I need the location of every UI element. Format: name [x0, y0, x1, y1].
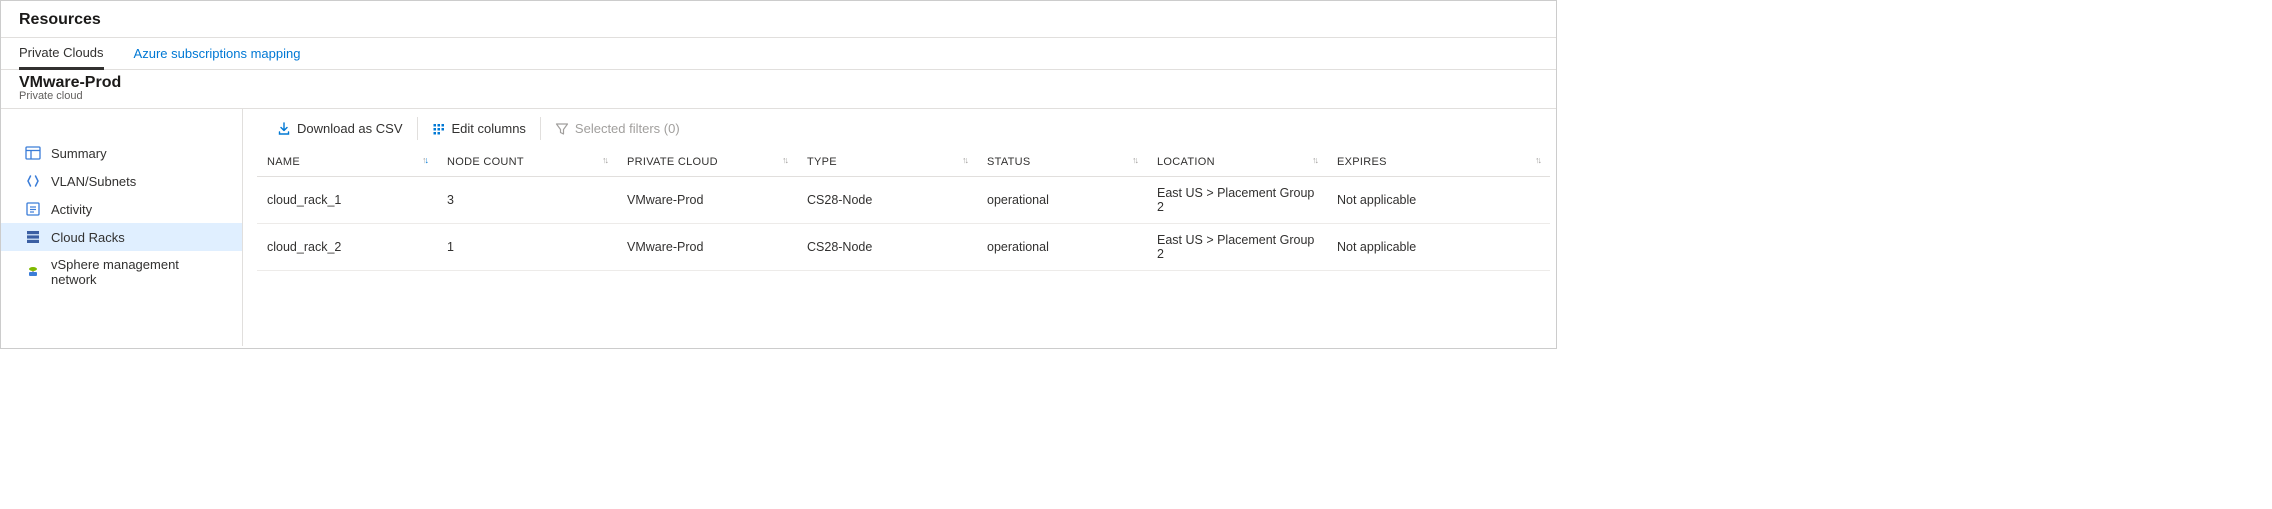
main-content: Download as CSV Edit columns — [243, 109, 1556, 346]
sidebar-item-label: VLAN/Subnets — [51, 174, 136, 189]
sidebar-item-activity[interactable]: Activity — [1, 195, 242, 223]
racks-icon — [25, 229, 41, 245]
col-header-name[interactable]: NAME ↑↓ — [257, 148, 437, 177]
sidebar-item-label: vSphere management network — [51, 257, 224, 287]
cell-node-count: 1 — [437, 224, 617, 271]
columns-icon — [432, 122, 446, 136]
cell-private-cloud: VMware-Prod — [617, 224, 797, 271]
col-header-node-count[interactable]: NODE COUNT ↑↓ — [437, 148, 617, 177]
cell-node-count: 3 — [437, 177, 617, 224]
sidebar-item-label: Summary — [51, 146, 107, 161]
top-tabs: Private Clouds Azure subscriptions mappi… — [1, 38, 1556, 70]
col-header-private-cloud[interactable]: PRIVATE CLOUD ↑↓ — [617, 148, 797, 177]
cloud-name-subtitle: Private cloud — [19, 90, 1538, 102]
toolbar: Download as CSV Edit columns — [243, 109, 1556, 148]
sort-icon: ↑↓ — [782, 156, 787, 165]
sidebar-item-label: Activity — [51, 202, 92, 217]
tab-azure-subscriptions-mapping[interactable]: Azure subscriptions mapping — [134, 38, 301, 69]
cloud-racks-table: NAME ↑↓ NODE COUNT ↑↓ PRIVATE CLOUD ↑↓ T… — [257, 148, 1550, 271]
toolbar-label: Selected filters (0) — [575, 121, 680, 136]
activity-icon — [25, 201, 41, 217]
download-icon — [277, 122, 291, 136]
sidebar-item-label: Cloud Racks — [51, 230, 125, 245]
page-header: Resources — [1, 1, 1556, 38]
selected-filters-button[interactable]: Selected filters (0) — [541, 117, 694, 140]
cell-expires: Not applicable — [1327, 177, 1550, 224]
cell-type: CS28-Node — [797, 224, 977, 271]
sort-icon: ↑↓ — [962, 156, 967, 165]
cell-name: cloud_rack_2 — [257, 224, 437, 271]
sidebar-item-cloud-racks[interactable]: Cloud Racks — [1, 223, 242, 251]
network-icon — [25, 264, 41, 280]
sidebar-item-vsphere[interactable]: vSphere management network — [1, 251, 242, 293]
filter-icon — [555, 122, 569, 136]
cell-location: East US > Placement Group 2 — [1147, 224, 1327, 271]
col-header-expires[interactable]: EXPIRES ↑↓ — [1327, 148, 1550, 177]
download-csv-button[interactable]: Download as CSV — [263, 117, 418, 140]
sidebar-item-summary[interactable]: Summary — [1, 139, 242, 167]
summary-icon — [25, 145, 41, 161]
table-row[interactable]: cloud_rack_1 3 VMware-Prod CS28-Node ope… — [257, 177, 1550, 224]
sort-icon: ↑↓ — [1312, 156, 1317, 165]
tab-private-clouds[interactable]: Private Clouds — [19, 39, 104, 70]
cell-status: operational — [977, 177, 1147, 224]
brackets-icon — [25, 173, 41, 189]
col-header-location[interactable]: LOCATION ↑↓ — [1147, 148, 1327, 177]
cell-status: operational — [977, 224, 1147, 271]
cell-name: cloud_rack_1 — [257, 177, 437, 224]
cell-location: East US > Placement Group 2 — [1147, 177, 1327, 224]
cell-expires: Not applicable — [1327, 224, 1550, 271]
subheader: VMware-Prod Private cloud — [1, 70, 1556, 109]
page-title: Resources — [19, 11, 1538, 29]
sidebar-item-vlan[interactable]: VLAN/Subnets — [1, 167, 242, 195]
edit-columns-button[interactable]: Edit columns — [418, 117, 541, 140]
cell-private-cloud: VMware-Prod — [617, 177, 797, 224]
sort-icon: ↑↓ — [602, 156, 607, 165]
cell-type: CS28-Node — [797, 177, 977, 224]
col-header-type[interactable]: TYPE ↑↓ — [797, 148, 977, 177]
table-row[interactable]: cloud_rack_2 1 VMware-Prod CS28-Node ope… — [257, 224, 1550, 271]
toolbar-label: Edit columns — [452, 121, 526, 136]
sidebar-nav: Summary VLAN/Subnets Activity — [1, 109, 243, 346]
toolbar-label: Download as CSV — [297, 121, 403, 136]
sort-icon: ↑↓ — [422, 156, 427, 165]
sort-icon: ↑↓ — [1535, 156, 1540, 165]
sort-icon: ↑↓ — [1132, 156, 1137, 165]
col-header-status[interactable]: STATUS ↑↓ — [977, 148, 1147, 177]
